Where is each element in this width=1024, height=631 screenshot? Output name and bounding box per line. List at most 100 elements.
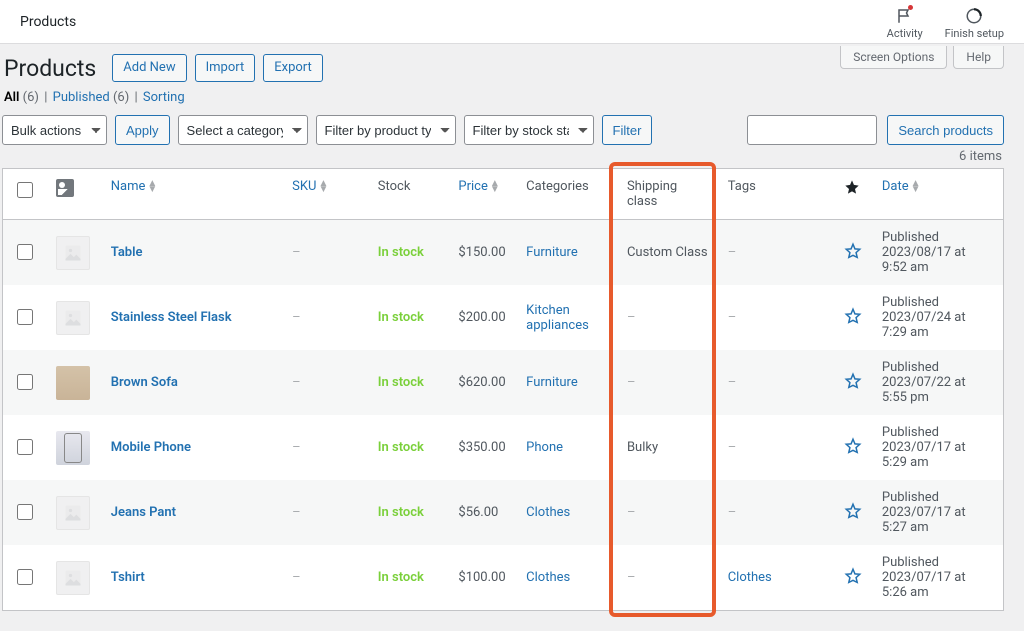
row-checkbox[interactable]: [17, 309, 33, 325]
finish-setup-button[interactable]: Finish setup: [945, 7, 1004, 40]
items-count: 6 items: [2, 149, 1002, 164]
dash: –: [292, 245, 301, 260]
date-value: 2023/08/17 at 9:52 am: [882, 245, 993, 275]
product-name-link[interactable]: Jeans Pant: [111, 505, 176, 520]
price-value: $56.00: [448, 480, 516, 545]
search-products-button[interactable]: Search products: [887, 115, 1004, 145]
add-new-button[interactable]: Add New: [112, 54, 186, 82]
featured-toggle[interactable]: [844, 444, 862, 459]
price-value: $350.00: [448, 415, 516, 480]
admin-bar: Products Activity Finish setup: [0, 0, 1024, 44]
row-checkbox[interactable]: [17, 569, 33, 585]
row-checkbox[interactable]: [17, 439, 33, 455]
date-status: Published: [882, 230, 993, 245]
product-thumbnail[interactable]: [56, 561, 90, 595]
date-value: 2023/07/22 at 5:55 pm: [882, 375, 993, 405]
col-header-sku[interactable]: SKU▲▼: [282, 169, 368, 220]
help-button[interactable]: Help: [953, 46, 1004, 69]
filter-button[interactable]: Filter: [602, 115, 653, 145]
placeholder-icon: [63, 243, 83, 263]
product-thumbnail[interactable]: [56, 431, 90, 465]
date-status: Published: [882, 490, 993, 505]
date-status: Published: [882, 360, 993, 375]
star-outline-icon: [844, 567, 862, 585]
col-header-categories: Categories: [516, 169, 617, 220]
stock-status: In stock: [378, 440, 424, 455]
sort-icon: ▲▼: [490, 181, 500, 193]
col-header-name[interactable]: Name▲▼: [101, 169, 282, 220]
import-button[interactable]: Import: [195, 54, 256, 82]
activity-button[interactable]: Activity: [887, 7, 923, 40]
title-row: Products Add New Import Export Screen Op…: [2, 48, 1004, 90]
col-header-featured: [834, 169, 872, 220]
tag-link[interactable]: Clothes: [728, 570, 772, 585]
category-link[interactable]: Furniture: [526, 375, 578, 390]
product-thumbnail[interactable]: [56, 301, 90, 335]
table-row: Mobile Phone–In stock$350.00PhoneBulky–P…: [3, 415, 1003, 480]
featured-toggle[interactable]: [844, 509, 862, 524]
product-name-link[interactable]: Brown Sofa: [111, 375, 178, 390]
list-views: All (6) | Published (6) | Sorting: [2, 90, 1004, 113]
col-header-date[interactable]: Date▲▼: [872, 169, 1003, 220]
date-status: Published: [882, 555, 993, 570]
sort-icon: ▲▼: [147, 181, 157, 193]
featured-toggle[interactable]: [844, 249, 862, 264]
date-value: 2023/07/17 at 5:29 am: [882, 440, 993, 470]
featured-toggle[interactable]: [844, 574, 862, 589]
finish-setup-label: Finish setup: [945, 27, 1004, 40]
stock-status-filter-select[interactable]: Filter by stock status: [464, 115, 594, 145]
product-thumbnail[interactable]: [56, 496, 90, 530]
row-checkbox[interactable]: [17, 244, 33, 260]
col-header-price[interactable]: Price▲▼: [448, 169, 516, 220]
dash: –: [627, 505, 636, 520]
featured-toggle[interactable]: [844, 314, 862, 329]
category-link[interactable]: Clothes: [526, 505, 570, 520]
product-type-filter-select[interactable]: Filter by product type: [316, 115, 456, 145]
category-link[interactable]: Kitchen appliances: [526, 303, 589, 333]
tablenav-filters: Bulk actions Apply Select a category Fil…: [2, 115, 652, 145]
star-outline-icon: [844, 502, 862, 520]
view-published-count: (6): [113, 90, 129, 105]
dash: –: [728, 375, 737, 390]
date-value: 2023/07/24 at 7:29 am: [882, 310, 993, 340]
dash: –: [292, 310, 301, 325]
search-input[interactable]: [747, 115, 877, 145]
star-outline-icon: [844, 242, 862, 260]
view-all-count: (6): [23, 90, 39, 105]
row-checkbox[interactable]: [17, 374, 33, 390]
dash: –: [728, 440, 737, 455]
price-value: $620.00: [448, 350, 516, 415]
category-link[interactable]: Phone: [526, 440, 563, 455]
table-row: Brown Sofa–In stock$620.00Furniture––Pub…: [3, 350, 1003, 415]
dash: –: [292, 505, 301, 520]
dash: –: [627, 375, 636, 390]
star-outline-icon: [844, 437, 862, 455]
category-link[interactable]: Clothes: [526, 570, 570, 585]
view-published[interactable]: Published: [53, 90, 110, 105]
product-thumbnail[interactable]: [56, 366, 90, 400]
export-button[interactable]: Export: [263, 54, 323, 82]
product-name-link[interactable]: Tshirt: [111, 570, 145, 585]
placeholder-icon: [63, 308, 83, 328]
admin-bar-actions: Activity Finish setup: [887, 3, 1004, 40]
select-all-checkbox[interactable]: [17, 182, 33, 198]
product-thumbnail[interactable]: [56, 236, 90, 270]
view-all[interactable]: All: [4, 90, 19, 105]
stock-status: In stock: [378, 505, 424, 520]
product-name-link[interactable]: Stainless Steel Flask: [111, 310, 232, 325]
screen-options-button[interactable]: Screen Options: [840, 46, 947, 69]
featured-toggle[interactable]: [844, 379, 862, 394]
category-link[interactable]: Furniture: [526, 245, 578, 260]
category-filter-select[interactable]: Select a category: [178, 115, 308, 145]
progress-circle-icon: [965, 7, 983, 25]
tablenav-top: Bulk actions Apply Select a category Fil…: [2, 113, 1004, 153]
dash: –: [728, 310, 737, 325]
row-checkbox[interactable]: [17, 504, 33, 520]
bulk-actions-select[interactable]: Bulk actions: [2, 115, 107, 145]
apply-button[interactable]: Apply: [115, 115, 170, 145]
view-sorting[interactable]: Sorting: [143, 90, 185, 105]
table-row: Jeans Pant–In stock$56.00Clothes––Publis…: [3, 480, 1003, 545]
product-name-link[interactable]: Table: [111, 245, 143, 260]
product-name-link[interactable]: Mobile Phone: [111, 440, 191, 455]
screen-options-tabs: Screen Options Help: [840, 46, 1004, 69]
